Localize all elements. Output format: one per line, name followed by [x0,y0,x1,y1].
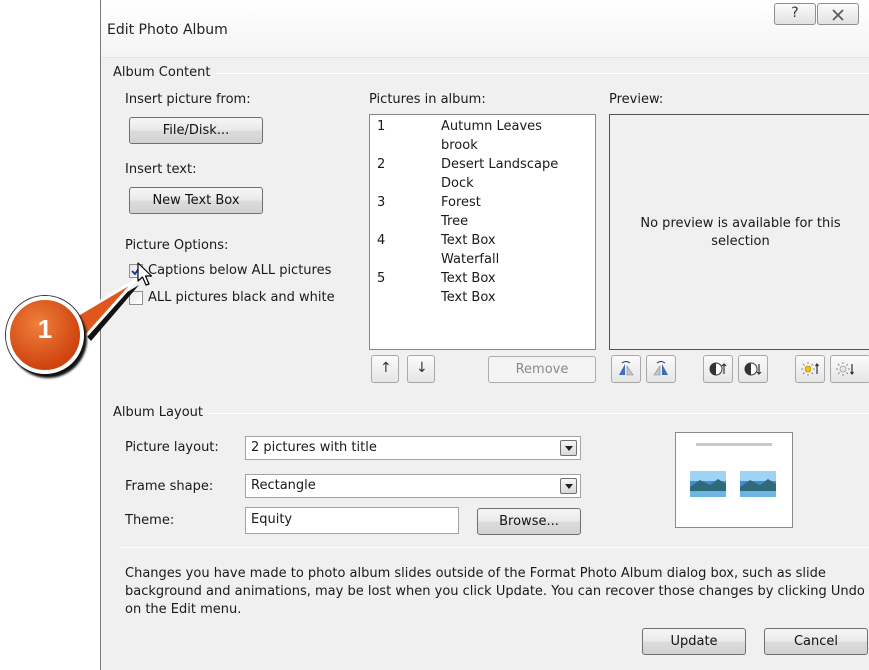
help-button[interactable]: ? [774,3,816,25]
update-button-label: Update [670,634,718,649]
help-icon: ? [791,5,799,21]
picture-layout-value: 2 pictures with title [251,440,377,455]
more-contrast-button[interactable] [703,355,733,383]
preview-pane: No preview is available for this selecti… [609,114,869,350]
browse-button-label: Browse... [499,514,559,529]
album-content-group-label: Album Content [113,65,216,80]
list-item-number: 5 [377,271,386,286]
cancel-button[interactable]: Cancel [764,628,868,655]
picture-options-label: Picture Options: [125,238,229,253]
rotate-left-icon [619,361,634,376]
pictures-listbox[interactable]: 1 Autumn Leaves brook 2 Desert Landscape… [369,114,596,350]
frame-shape-label: Frame shape: [125,479,214,494]
album-layout-divider [111,413,869,414]
more-brightness-button[interactable] [795,355,825,383]
info-text: Changes you have made to photo album sli… [125,566,865,617]
album-content-divider [111,73,869,74]
list-item[interactable]: Tree [441,214,468,229]
captions-checkbox-label[interactable]: Captions below ALL pictures [148,263,331,278]
contrast-decrease-icon [744,362,762,376]
preview-label: Preview: [609,92,664,107]
rotate-left-button[interactable] [611,355,641,383]
pictures-in-album-label: Pictures in album: [369,92,486,107]
list-item-number: 4 [377,233,386,248]
chevron-down-icon[interactable] [560,440,577,456]
less-brightness-button[interactable] [830,355,869,383]
frame-shape-dropdown[interactable]: Rectangle [245,474,581,498]
list-item-number: 3 [377,195,386,210]
theme-value: Equity [251,512,293,527]
browse-button[interactable]: Browse... [477,508,581,535]
file-disk-button[interactable]: File/Disk... [129,117,263,144]
move-up-button[interactable]: ↑ [371,355,399,383]
close-icon [832,9,844,21]
list-item[interactable]: brook [441,138,478,153]
title-bar: Edit Photo Album ? [101,0,869,58]
brightness-decrease-icon [836,362,854,376]
theme-label: Theme: [125,513,175,528]
list-item[interactable]: Forest [441,195,481,210]
layout-preview-thumbnail [675,432,793,528]
remove-button[interactable]: Remove [488,356,596,383]
edit-photo-album-dialog: Edit Photo Album ? Album Content Insert … [100,0,869,670]
picture-layout-label: Picture layout: [125,440,219,455]
list-item[interactable]: Waterfall [441,252,499,267]
new-text-box-button[interactable]: New Text Box [129,187,263,214]
rotate-right-button[interactable] [646,355,676,383]
footer-separator [119,547,869,548]
picture-layout-dropdown[interactable]: 2 pictures with title [245,436,581,460]
list-item[interactable]: Autumn Leaves [441,119,542,134]
chevron-down-icon[interactable] [560,478,577,494]
update-button[interactable]: Update [642,628,746,655]
list-item[interactable]: Text Box [441,233,496,248]
dialog-title: Edit Photo Album [107,22,228,38]
insert-picture-label: Insert picture from: [125,92,251,107]
contrast-increase-icon [709,362,727,376]
callout-badge: 1 [6,296,84,374]
brightness-increase-icon [801,362,819,376]
list-item[interactable]: Text Box [441,290,496,305]
landscape-thumbnail-icon [740,471,776,497]
landscape-thumbnail-icon [690,471,726,497]
list-item[interactable]: Dock [441,176,474,191]
new-text-box-button-label: New Text Box [152,193,240,208]
list-item[interactable]: Desert Landscape [441,157,558,172]
cancel-button-label: Cancel [793,634,839,649]
move-down-button[interactable]: ↓ [407,355,435,383]
mouse-pointer-icon [137,262,153,286]
callout-number: 1 [37,314,53,344]
rotate-right-icon [653,361,668,376]
list-item[interactable]: Text Box [441,271,496,286]
insert-text-label: Insert text: [125,162,197,177]
file-disk-button-label: File/Disk... [162,123,230,138]
black-white-checkbox-label[interactable]: ALL pictures black and white [148,290,335,305]
remove-button-label: Remove [515,362,569,377]
less-contrast-button[interactable] [738,355,768,383]
arrow-up-icon: ↑ [380,360,392,376]
list-item-number: 2 [377,157,386,172]
frame-shape-value: Rectangle [251,478,316,493]
preview-message: No preview is available for this selecti… [640,216,841,249]
theme-input[interactable]: Equity [245,507,459,534]
album-layout-group-label: Album Layout [113,405,208,420]
arrow-down-icon: ↓ [416,360,428,376]
list-item-number: 1 [377,119,386,134]
close-button[interactable] [817,3,859,25]
